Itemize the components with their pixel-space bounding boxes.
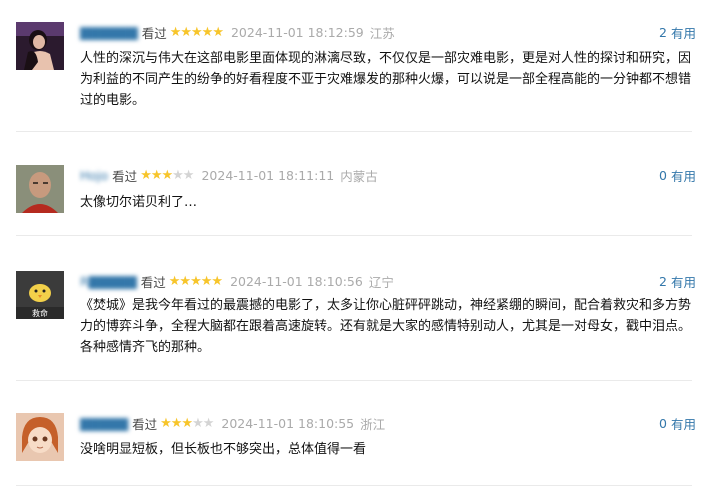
divider [16, 131, 692, 132]
review-content: 没啥明显短板，但长板也不够突出，总体值得一看 [80, 442, 367, 457]
useful-count: 2 [659, 24, 667, 40]
review-time: 2024-11-01 18:10:55 [221, 415, 355, 431]
watched-label: 看过 [140, 274, 166, 290]
useful-count: 0 [659, 415, 667, 431]
useful-vote-button[interactable]: 0 有用 [655, 165, 696, 185]
divider [16, 380, 692, 381]
review-location: 辽宁 [368, 274, 394, 290]
review-location: 内蒙古 [340, 168, 378, 184]
username-link[interactable]: Hojo [80, 168, 108, 183]
username-link[interactable]: R▇▇▇▇▇ [80, 274, 137, 289]
watched-label: 看过 [112, 168, 138, 184]
avatar[interactable] [16, 413, 64, 461]
watched-label: 看过 [141, 25, 167, 41]
useful-count: 0 [659, 167, 667, 183]
rating-stars: ★★★★★ [160, 415, 214, 431]
review-content: 《焚城》是我今年看过的最震撼的电影了，太多让你心脏砰砰跳动，神经紧绷的瞬间，配合… [80, 298, 692, 355]
review-time: 2024-11-01 18:11:11 [201, 167, 335, 183]
useful-label: 有用 [670, 25, 696, 41]
rating-stars: ★★★★★ [168, 273, 223, 289]
rating-stars: ★★★★★ [140, 167, 194, 183]
review-location: 浙江 [360, 416, 386, 432]
avatar[interactable]: 救命 [16, 271, 64, 319]
review-time: 2024-11-01 18:10:56 [230, 273, 363, 289]
divider [16, 485, 692, 486]
rating-stars: ★★★★★ [169, 24, 224, 40]
review-meta: R▇▇▇▇▇ 看过 ★★★★★ 2024-11-01 18:10:56 辽宁 [80, 271, 394, 291]
review-location: 江苏 [369, 25, 395, 41]
useful-vote-button[interactable]: 0 有用 [655, 413, 696, 433]
useful-label: 有用 [670, 274, 696, 290]
review-content: 太像切尔诺贝利了… [80, 195, 198, 210]
review-meta: ▇▇▇▇▇ 看过 ★★★★★ 2024-11-01 18:10:55 浙江 [80, 413, 385, 433]
useful-vote-button[interactable]: 2 有用 [655, 271, 696, 291]
review-content: 人性的深沉与伟大在这部电影里面体现的淋漓尽致，不仅仅是一部灾难电影，更是对人性的… [80, 51, 692, 108]
divider [16, 235, 692, 236]
username-link[interactable]: ▇▇▇▇▇ [80, 416, 128, 431]
review-meta: ▇▇▇▇▇▇ 看过 ★★★★★ 2024-11-01 18:12:59 江苏 [80, 22, 395, 42]
username-link[interactable]: ▇▇▇▇▇▇ [80, 25, 138, 40]
useful-count: 2 [659, 273, 667, 289]
avatar-caption: 救命 [32, 308, 48, 318]
review-time: 2024-11-01 18:12:59 [230, 24, 364, 40]
useful-label: 有用 [670, 168, 696, 184]
useful-vote-button[interactable]: 2 有用 [655, 22, 696, 42]
watched-label: 看过 [132, 416, 158, 432]
avatar[interactable] [16, 22, 64, 70]
avatar[interactable] [16, 165, 64, 213]
review-meta: Hojo 看过 ★★★★★ 2024-11-01 18:11:11 内蒙古 [80, 165, 378, 185]
useful-label: 有用 [670, 416, 696, 432]
